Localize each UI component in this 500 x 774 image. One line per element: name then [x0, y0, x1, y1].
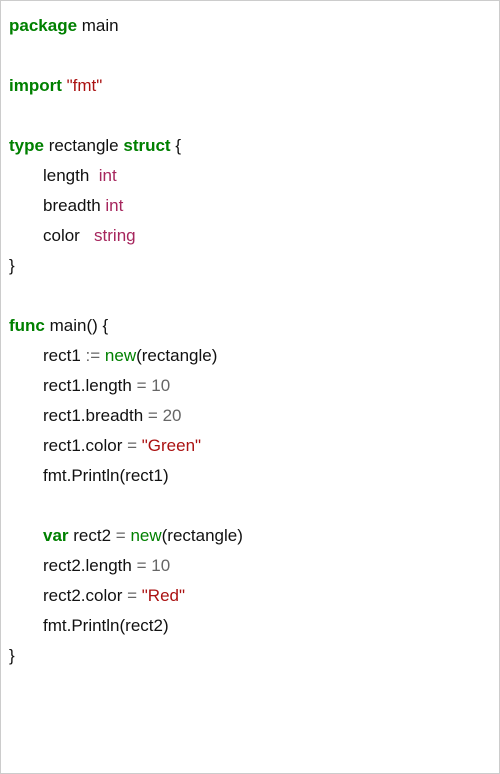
keyword-struct: struct — [123, 136, 170, 155]
keyword-type: type — [9, 136, 44, 155]
expr-color: rect1.color — [43, 436, 127, 455]
field-color: color — [43, 226, 94, 245]
call-rectangle: (rectangle) — [162, 526, 243, 545]
op-eq: = — [127, 436, 137, 455]
keyword-package: package — [9, 16, 77, 35]
builtin-new: new — [105, 346, 136, 365]
call-rectangle: (rectangle) — [136, 346, 217, 365]
builtin-new: new — [130, 526, 161, 545]
code-block: package main import "fmt" type rectangle… — [0, 0, 500, 774]
op-eq: = — [148, 406, 158, 425]
str-green: "Green" — [142, 436, 201, 455]
op-assign: := — [86, 346, 101, 365]
expr-length: rect1.length — [43, 376, 137, 395]
field-breadth: breadth — [43, 196, 105, 215]
brace-close: } — [9, 646, 15, 665]
keyword-func: func — [9, 316, 45, 335]
num-20: 20 — [163, 406, 182, 425]
call-println2: fmt.Println(rect2) — [43, 616, 169, 635]
type-int: int — [99, 166, 117, 185]
op-eq: = — [137, 556, 147, 575]
keyword-var: var — [43, 526, 69, 545]
type-string: string — [94, 226, 136, 245]
brace-open: { — [171, 136, 181, 155]
op-eq: = — [127, 586, 137, 605]
ident-rect2: rect2 — [69, 526, 116, 545]
ident-rectangle: rectangle — [44, 136, 123, 155]
num-10: 10 — [151, 376, 170, 395]
func-main: main() { — [45, 316, 108, 335]
expr-breadth: rect1.breadth — [43, 406, 148, 425]
op-eq: = — [137, 376, 147, 395]
brace-close: } — [9, 256, 15, 275]
string-fmt: "fmt" — [67, 76, 103, 95]
str-red: "Red" — [142, 586, 185, 605]
field-length: length — [43, 166, 99, 185]
ident-rect1: rect1 — [43, 346, 86, 365]
type-int: int — [105, 196, 123, 215]
op-eq: = — [116, 526, 126, 545]
call-println1: fmt.Println(rect1) — [43, 466, 169, 485]
expr-color2: rect2.color — [43, 586, 127, 605]
ident-main: main — [77, 16, 119, 35]
num-10b: 10 — [151, 556, 170, 575]
expr-length2: rect2.length — [43, 556, 137, 575]
keyword-import: import — [9, 76, 62, 95]
